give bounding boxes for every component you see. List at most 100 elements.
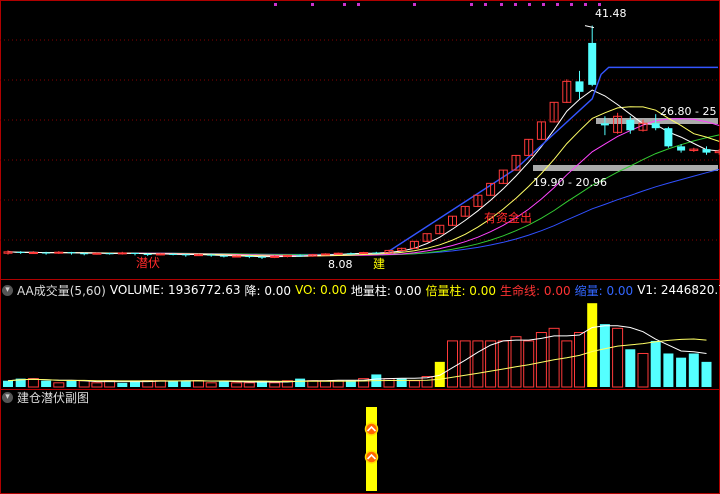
candle-body [194,254,203,257]
marker-dot [484,3,487,6]
candle-body [92,252,102,255]
ma-line-yellow [7,106,720,257]
volume-bar [383,378,395,388]
candle-body [181,254,190,256]
volume-bar [535,332,547,388]
marker-dot [357,3,360,6]
marker-dot [343,3,346,6]
candle-body [245,256,254,258]
candle-body [600,123,609,126]
marker-dot [570,3,573,6]
marker-dot [556,3,559,6]
candle-body [207,254,216,256]
volume-bar [497,340,509,388]
volume-bar [295,378,306,387]
candle-body [588,42,597,85]
candle-body [16,251,25,253]
marker-dot [514,3,517,6]
up-arrow-icon [364,422,379,436]
volume-bar [434,361,445,387]
volume-bar [650,340,661,387]
candle-body [575,81,584,92]
build-signal: 建 [373,257,386,271]
candle-body [626,119,635,131]
candle-body [346,253,355,255]
candle-body [333,252,343,255]
ma-line-green [7,134,720,256]
volume-bar [269,382,281,388]
volume-bar [231,382,243,388]
candle-body [67,252,76,254]
low-price-label: 8.08 [328,258,353,271]
volume-chart[interactable] [0,281,720,389]
volume-bar [78,380,90,388]
volume-bar [625,349,636,387]
candle-body [28,252,38,255]
marker-dot [500,3,503,6]
volume-bar [637,352,649,388]
price-chart[interactable] [0,0,720,279]
volume-bar [472,340,484,388]
candle-body [42,252,51,254]
marker-dot [584,3,587,6]
volume-bar [396,378,407,387]
volume-bar [688,353,699,387]
volume-bar [53,382,65,388]
indicator-panel[interactable]: ▾ 建仓潜伏副图 [0,389,720,494]
marker-dot [470,3,473,6]
high-price-label: 41.48 [595,7,627,20]
build-signal-bar [366,407,377,491]
volume-bar [599,324,610,387]
candle-body [117,252,127,255]
capital-outflow-signal: 有资金出 [484,211,533,225]
up-arrow-icon [364,450,379,464]
volume-bar [676,357,687,387]
volume-bar [612,327,624,388]
volume-bar [548,327,560,388]
volume-bar [510,336,522,388]
ma-line-white [7,89,720,258]
volume-bar [447,340,458,388]
marker-dot [542,3,545,6]
price-panel[interactable]: 41.48 26.80 - 25 19.90 - 20.96 8.08 有资金出… [0,0,720,279]
candle-body [321,253,330,256]
volume-bar [574,332,585,388]
price-range-label: 26.80 - 25 [660,105,717,118]
candle-body [677,146,686,151]
marker-dot [413,3,416,6]
marker-dot [311,3,314,6]
volume-panel[interactable]: ▾ AA成交量(5,60) VOLUME: 1936772.63 降: 0.00… [0,281,720,389]
candle-body [651,123,660,129]
candle-body [169,253,178,255]
candle-body [372,252,381,254]
volume-bar [345,380,356,387]
marker-dot [528,3,531,6]
candle-body [219,255,228,257]
volume-bar [587,303,598,387]
volume-bar [180,380,191,387]
volume-bar [243,382,255,388]
volume-bar [91,382,103,388]
support-range-label: 19.90 - 20.96 [533,176,607,189]
volume-bar [663,353,674,387]
candle-body [232,255,242,258]
marker-dot [598,3,601,6]
volume-bar [117,382,128,387]
latent-signal: 潜伏 [136,256,161,270]
volume-bar [168,380,179,387]
marker-dot [274,3,277,6]
volume-bar [701,361,712,387]
indicator-chart [364,407,379,491]
candle-body [258,256,266,258]
volume-bar [459,340,471,388]
volume-bar [41,380,52,387]
ma-line-magenta [7,118,720,257]
panel-divider [0,279,720,280]
volume-bar [193,380,204,388]
ma-line-blue [7,168,720,255]
volume-bar [3,380,13,387]
volume-bar [561,340,573,388]
volume-bar [485,340,497,388]
candle-body [702,149,711,153]
volume-bar [408,380,420,388]
